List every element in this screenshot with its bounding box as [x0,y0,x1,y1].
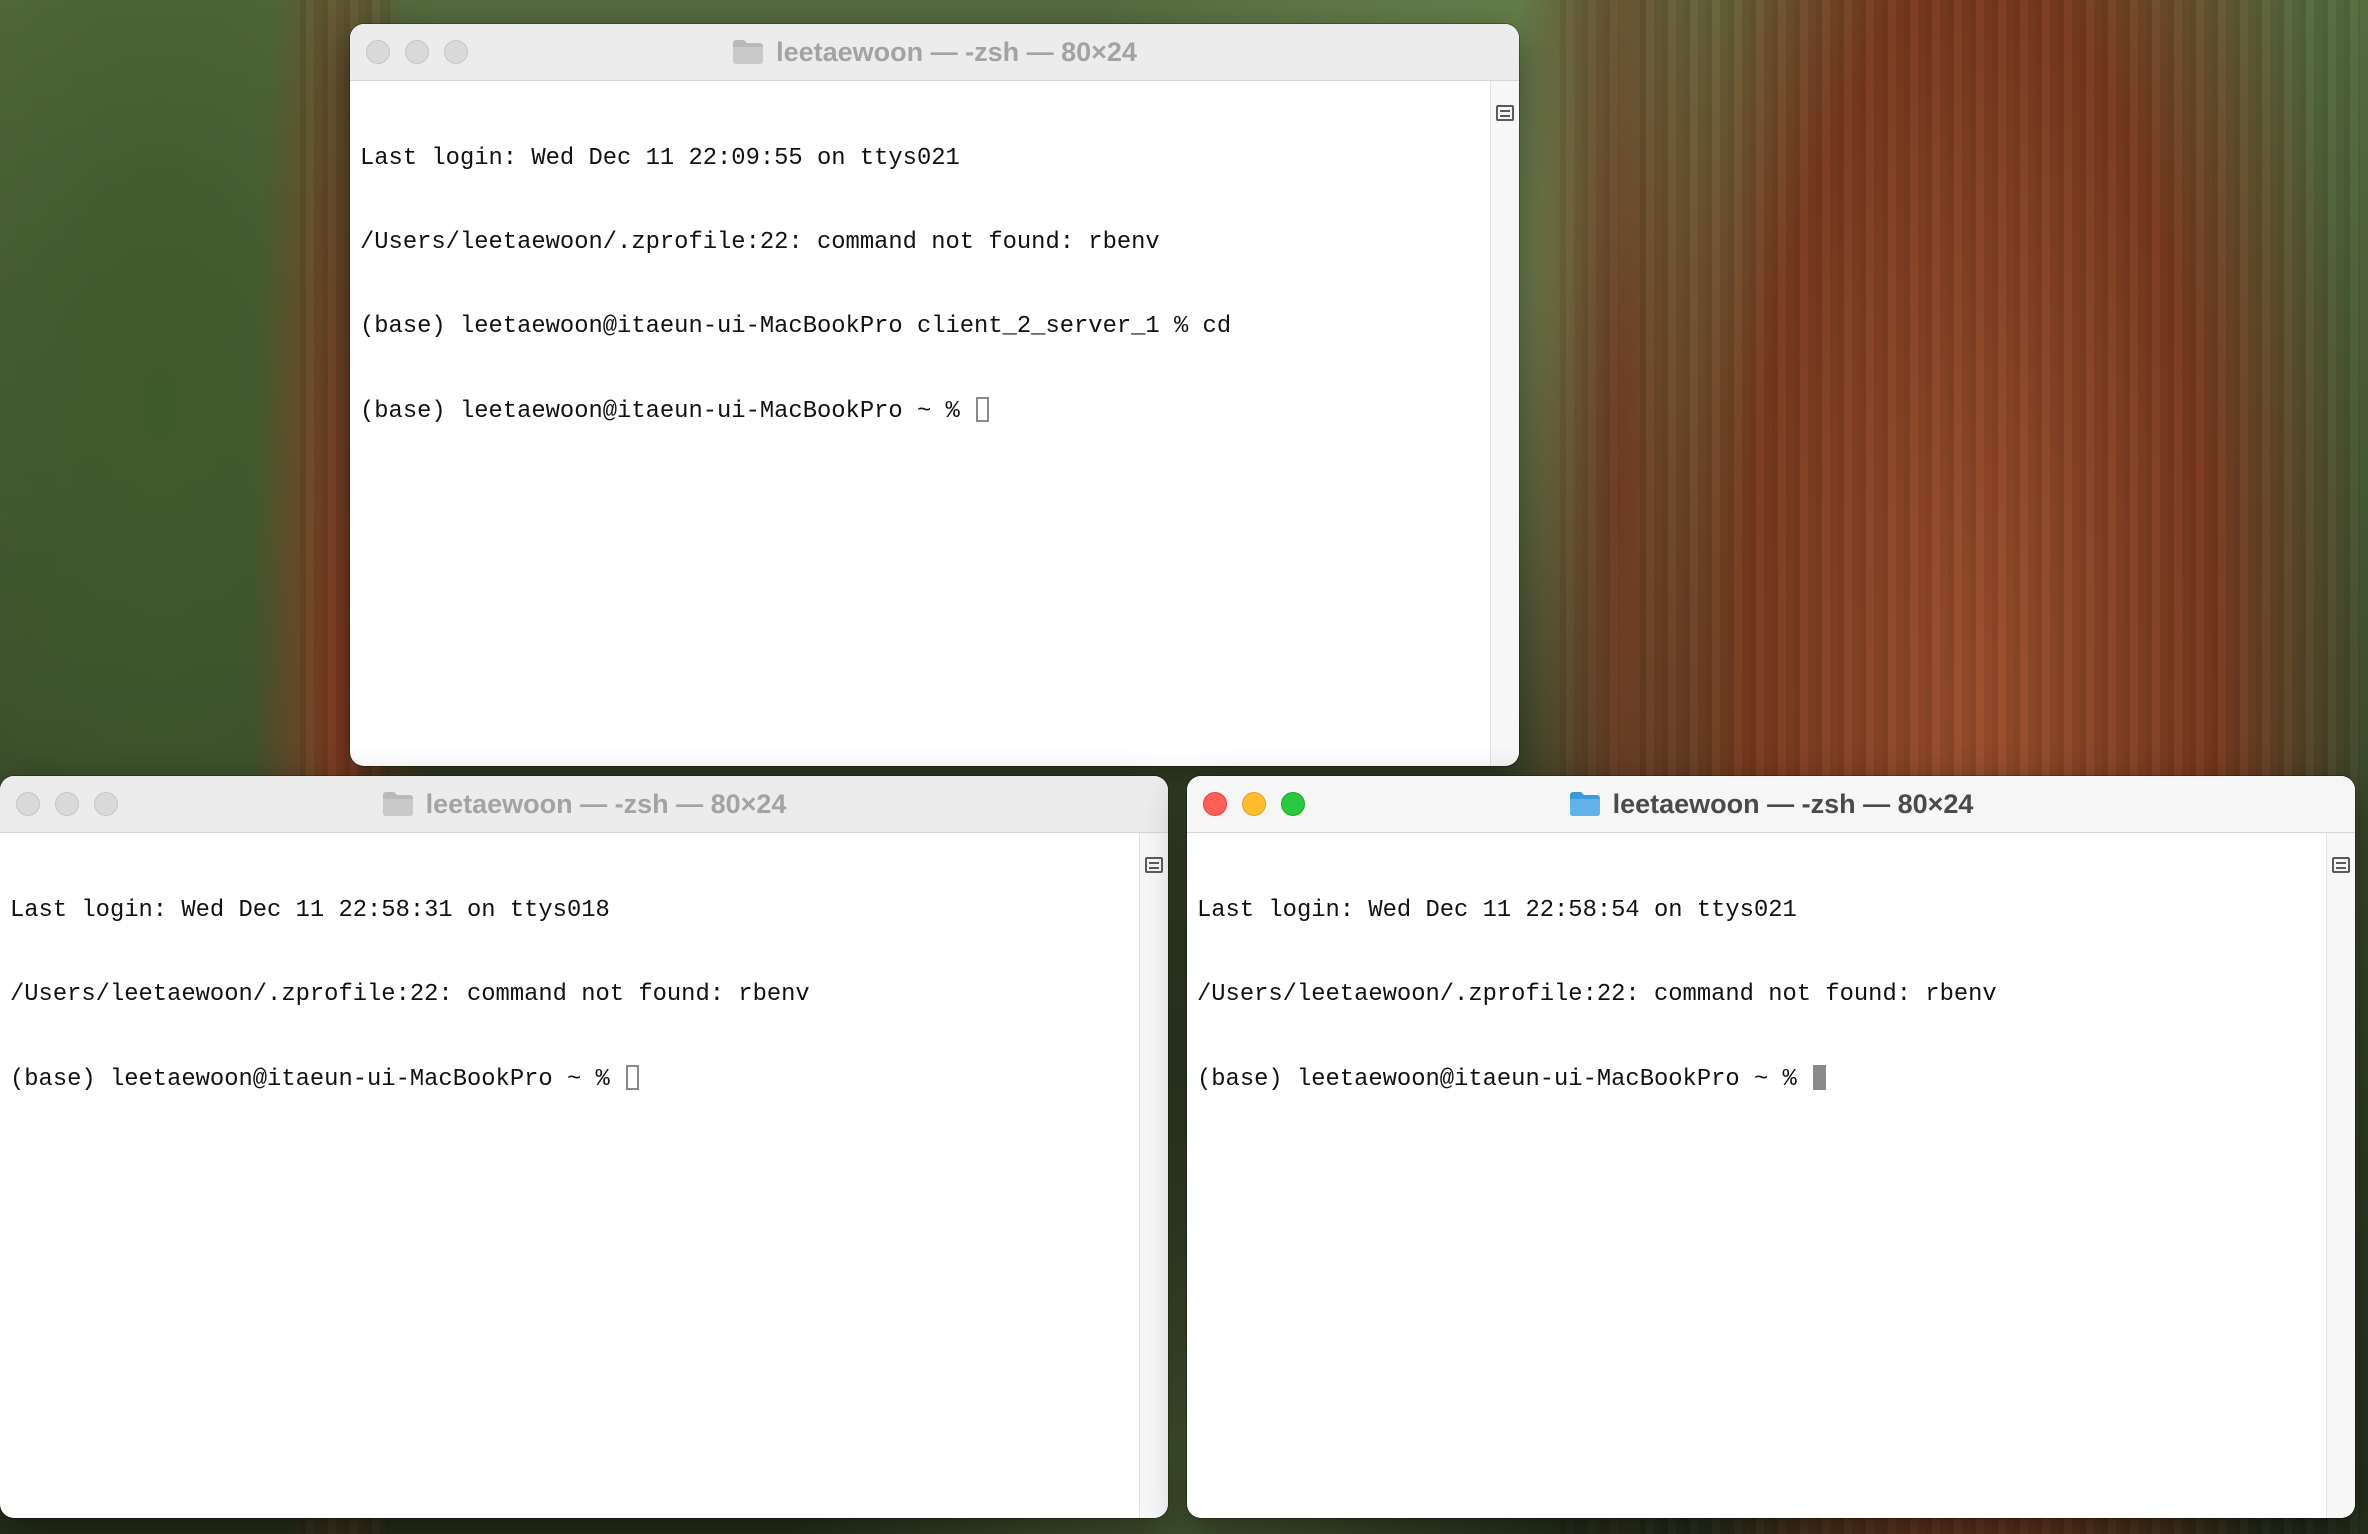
window-titlebar[interactable]: leetaewoon — -zsh — 80×24 [0,776,1168,833]
terminal-output[interactable]: Last login: Wed Dec 11 22:09:55 on ttys0… [350,81,1491,766]
terminal-line: Last login: Wed Dec 11 22:58:54 on ttys0… [1197,897,1797,924]
scroll-view-icon[interactable] [1496,105,1514,121]
terminal-line: (base) leetaewoon@itaeun-ui-MacBookPro c… [360,313,1232,340]
terminal-window-3[interactable]: leetaewoon — -zsh — 80×24 Last login: We… [1187,776,2355,1518]
traffic-lights [366,24,468,80]
window-title: leetaewoon — -zsh — 80×24 [382,788,787,820]
terminal-line: /Users/leetaewoon/.zprofile:22: command … [1197,981,1997,1008]
folder-icon [733,40,764,64]
window-title: leetaewoon — -zsh — 80×24 [732,37,1137,68]
window-titlebar[interactable]: leetaewoon — -zsh — 80×24 [350,24,1519,81]
vertical-scrollbar[interactable] [2326,833,2355,1518]
text-cursor [1813,1065,1827,1090]
close-button[interactable] [1203,792,1227,816]
scroll-view-icon[interactable] [2332,857,2350,873]
vertical-scrollbar[interactable] [1139,833,1168,1518]
zoom-button[interactable] [444,40,468,64]
window-title: leetaewoon — -zsh — 80×24 [1569,788,1974,820]
window-titlebar[interactable]: leetaewoon — -zsh — 80×24 [1187,776,2355,833]
terminal-prompt: (base) leetaewoon@itaeun-ui-MacBookPro ~… [360,398,975,425]
terminal-line: /Users/leetaewoon/.zprofile:22: command … [360,229,1160,256]
text-cursor [976,397,990,422]
folder-icon [382,792,413,816]
traffic-lights [16,776,118,832]
traffic-lights [1203,776,1305,832]
zoom-button[interactable] [94,792,118,816]
minimize-button[interactable] [55,792,79,816]
window-title-text: leetaewoon — -zsh — 80×24 [776,36,1137,67]
close-button[interactable] [366,40,390,64]
terminal-prompt: (base) leetaewoon@itaeun-ui-MacBookPro ~… [10,1066,625,1093]
scroll-view-icon[interactable] [1145,857,1163,873]
minimize-button[interactable] [405,40,429,64]
window-title-text: leetaewoon — -zsh — 80×24 [425,788,787,819]
terminal-prompt-line: (base) leetaewoon@itaeun-ui-MacBookPro ~… [1197,1065,2327,1094]
zoom-button[interactable] [1281,792,1305,816]
terminal-window-1[interactable]: leetaewoon — -zsh — 80×24 Last login: We… [350,24,1519,766]
terminal-output[interactable]: Last login: Wed Dec 11 22:58:31 on ttys0… [0,833,1140,1518]
vertical-scrollbar[interactable] [1490,81,1519,766]
terminal-output[interactable]: Last login: Wed Dec 11 22:58:54 on ttys0… [1187,833,2327,1518]
folder-icon [1569,792,1600,816]
terminal-prompt: (base) leetaewoon@itaeun-ui-MacBookPro ~… [1197,1066,1812,1093]
minimize-button[interactable] [1242,792,1266,816]
window-title-text: leetaewoon — -zsh — 80×24 [1612,788,1974,819]
terminal-line: /Users/leetaewoon/.zprofile:22: command … [10,981,810,1008]
terminal-prompt-line: (base) leetaewoon@itaeun-ui-MacBookPro ~… [360,397,1491,426]
terminal-line: Last login: Wed Dec 11 22:09:55 on ttys0… [360,145,960,172]
terminal-line: Last login: Wed Dec 11 22:58:31 on ttys0… [10,897,610,924]
close-button[interactable] [16,792,40,816]
terminal-window-2[interactable]: leetaewoon — -zsh — 80×24 Last login: We… [0,776,1168,1518]
text-cursor [626,1065,640,1090]
terminal-prompt-line: (base) leetaewoon@itaeun-ui-MacBookPro ~… [10,1065,1140,1094]
